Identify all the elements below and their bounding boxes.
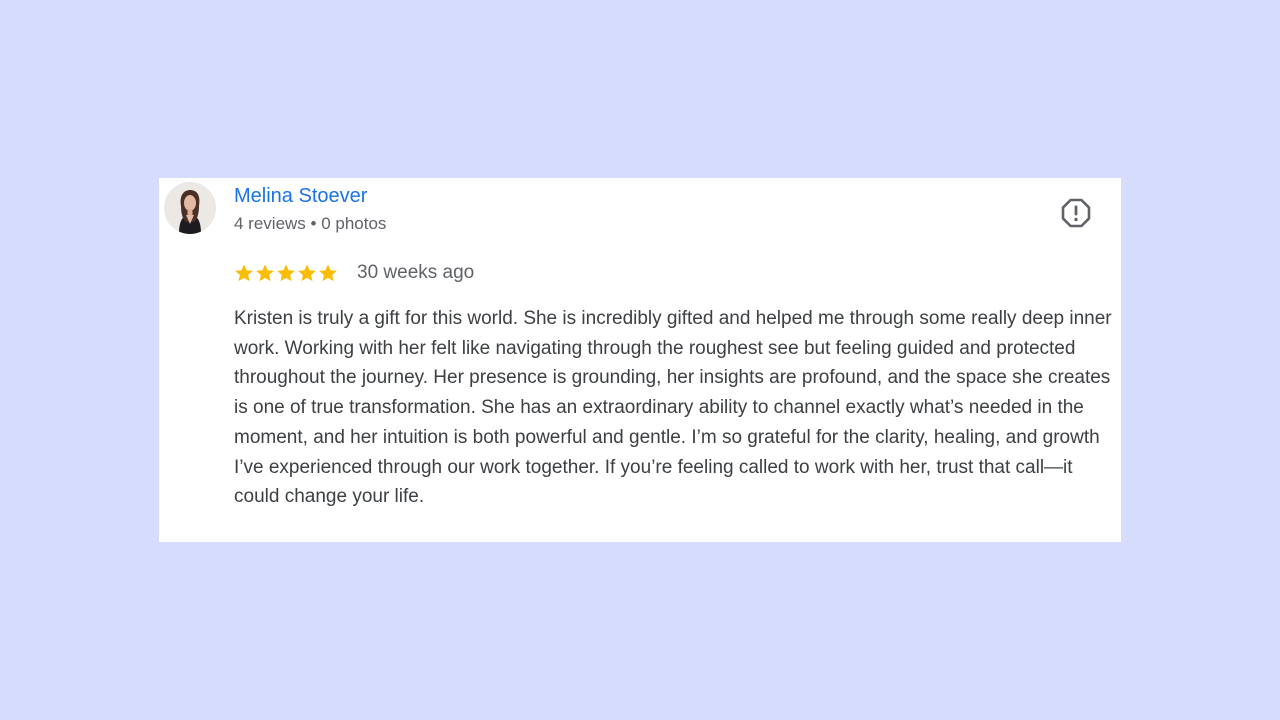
- report-flag-icon[interactable]: [1061, 198, 1091, 228]
- star-icon: [319, 264, 337, 282]
- reviewer-stats: 4 reviews • 0 photos: [234, 214, 387, 233]
- rating-row: 30 weeks ago: [234, 260, 474, 286]
- star-icon: [298, 264, 316, 282]
- reviewer-avatar[interactable]: [164, 182, 216, 234]
- review-time: 30 weeks ago: [357, 262, 475, 283]
- reviewer-name[interactable]: Melina Stoever: [234, 185, 367, 208]
- star-icon: [235, 264, 253, 282]
- review-card: Melina Stoever 4 reviews • 0 photos 30 w…: [159, 178, 1121, 542]
- star-icon: [256, 264, 274, 282]
- star-icon: [277, 264, 295, 282]
- person-photo-icon: [164, 182, 216, 234]
- review-text: Kristen is truly a gift for this world. …: [234, 308, 1112, 508]
- star-rating: [234, 263, 338, 283]
